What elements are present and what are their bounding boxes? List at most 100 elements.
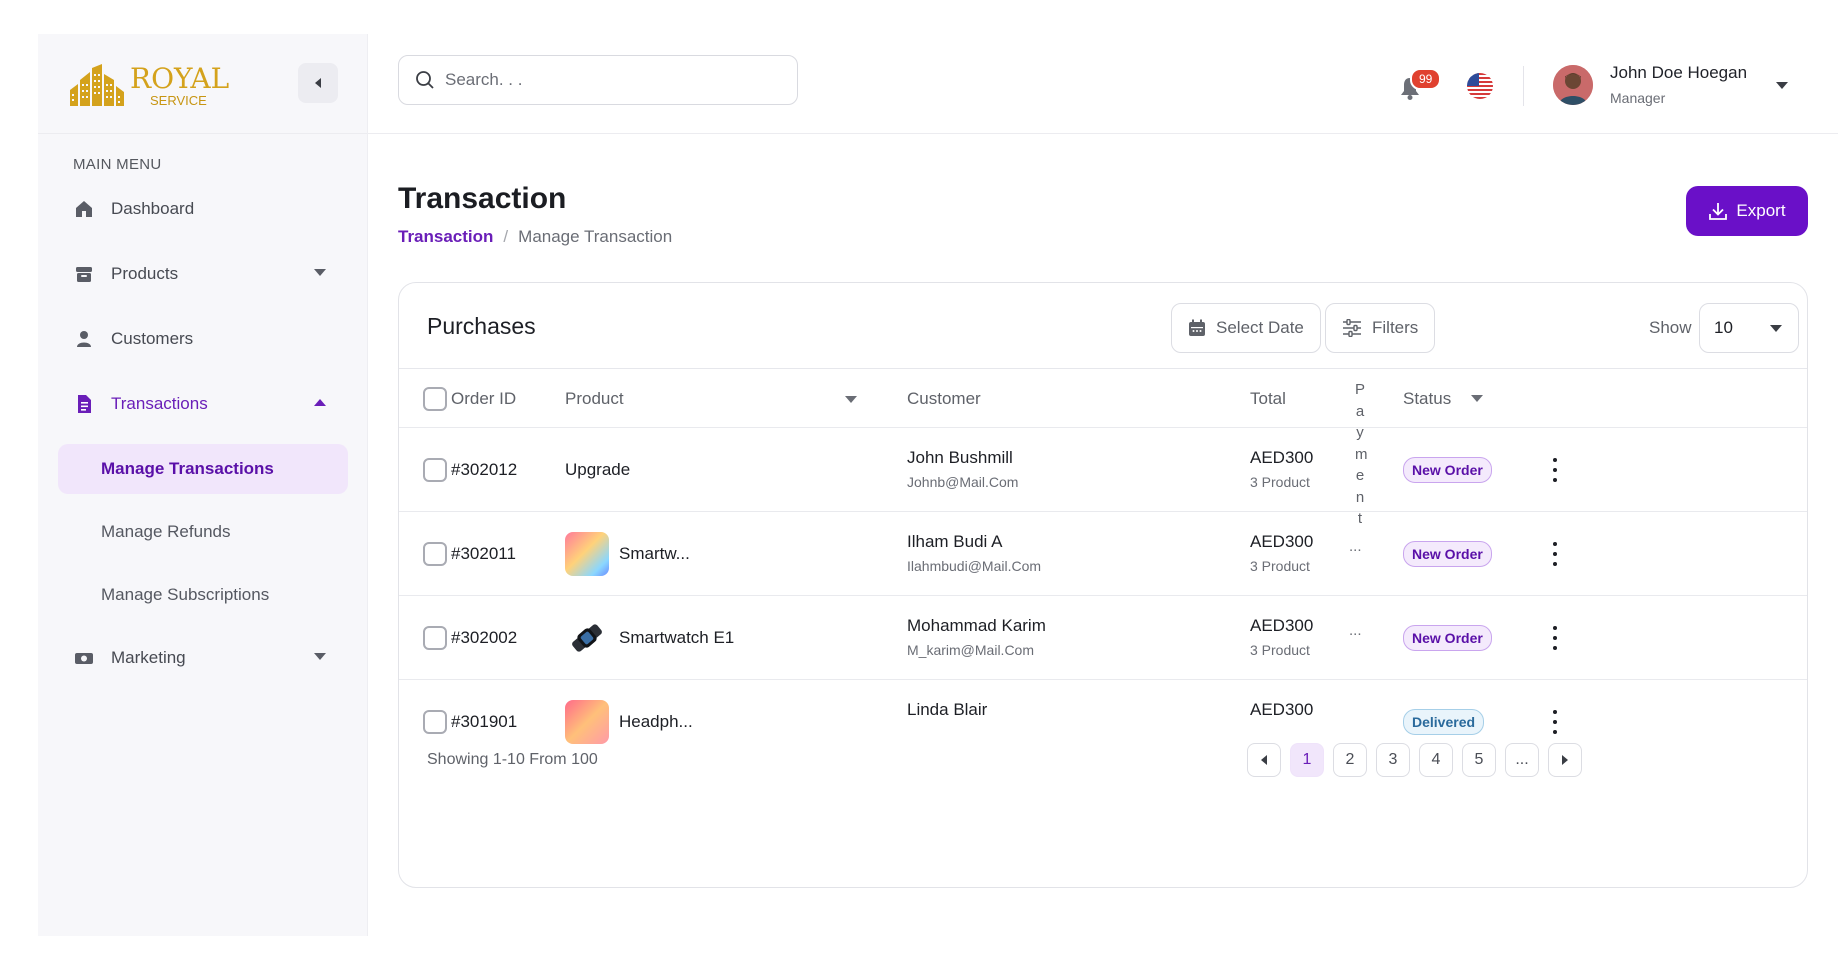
brand-text: ROYAL SERVICE <box>130 65 229 108</box>
col-header-status[interactable]: Status <box>1403 369 1451 429</box>
product-cell[interactable]: Headph... <box>565 700 693 744</box>
row-checkbox-cell <box>423 710 447 734</box>
page-button-4[interactable]: 4 <box>1419 743 1453 777</box>
row-checkbox[interactable] <box>423 626 447 650</box>
sidebar-item-products[interactable]: Products <box>58 249 348 299</box>
product-thumbnail <box>565 616 609 660</box>
us-flag-icon[interactable] <box>1467 73 1493 99</box>
customer-name: Ilham Budi A <box>907 532 1003 551</box>
more-vertical-icon[interactable] <box>1545 623 1565 653</box>
total-amount: AED300 <box>1250 448 1314 467</box>
page-ellipsis-button[interactable]: ... <box>1505 743 1539 777</box>
search-icon <box>416 71 434 89</box>
select-date-button[interactable]: Select Date <box>1171 303 1321 353</box>
order-id[interactable]: #302012 <box>451 460 517 480</box>
page-button-3[interactable]: 3 <box>1376 743 1410 777</box>
select-date-label: Select Date <box>1216 318 1304 337</box>
product-name[interactable]: Upgrade <box>565 460 630 480</box>
search-input[interactable] <box>445 70 775 90</box>
order-id[interactable]: #301901 <box>451 712 517 732</box>
pagination-summary: Showing 1-10 From 100 <box>427 751 598 768</box>
sidebar-item-dashboard[interactable]: Dashboard <box>58 184 348 234</box>
product-cell[interactable]: Smartw... <box>565 532 690 576</box>
row-checkbox-cell <box>423 542 447 566</box>
avatar[interactable] <box>1553 65 1593 105</box>
row-actions <box>1545 707 1565 737</box>
total-cell: AED300 3 Product <box>1250 532 1313 574</box>
filters-button[interactable]: Filters <box>1325 303 1436 353</box>
page-button-1[interactable]: 1 <box>1290 743 1324 777</box>
sort-product-icon[interactable] <box>845 396 857 404</box>
row-checkbox-cell <box>423 458 447 482</box>
pagination: 1 2 3 4 5 ... <box>1247 743 1582 777</box>
col-header-product[interactable]: Product <box>565 369 624 429</box>
status-cell: Delivered <box>1403 709 1485 735</box>
breadcrumb: Transaction / Manage Transaction <box>398 227 672 247</box>
table-row[interactable]: #302012 Upgrade John Bushmill Johnb@Mail… <box>399 427 1807 511</box>
search-box[interactable] <box>398 55 798 105</box>
order-id[interactable]: #302011 <box>451 544 516 564</box>
export-label: Export <box>1736 201 1786 220</box>
next-page-button[interactable] <box>1548 743 1582 777</box>
sidebar-subitem-manage-transactions[interactable]: Manage Transactions <box>58 444 348 494</box>
app-window: ROYAL SERVICE MAIN MENU Dashboard Produc <box>38 34 1838 936</box>
sidebar-item-marketing[interactable]: Marketing <box>58 633 348 683</box>
chevron-down-icon <box>1770 325 1782 332</box>
sidebar-subitem-manage-subscriptions[interactable]: Manage Subscriptions <box>58 570 348 620</box>
select-all-checkbox[interactable] <box>423 387 447 411</box>
brand-line2: SERVICE <box>150 93 207 108</box>
sidebar-item-customers[interactable]: Customers <box>58 314 348 364</box>
customer-cell: Linda Blair <box>907 700 987 720</box>
filters-label: Filters <box>1372 318 1419 337</box>
order-id[interactable]: #302002 <box>451 628 517 648</box>
archive-icon <box>73 263 95 285</box>
page-title: Transaction <box>398 182 567 215</box>
row-checkbox-cell <box>423 626 447 650</box>
breadcrumb-link-transaction[interactable]: Transaction <box>398 227 493 247</box>
user-role: Manager <box>1610 90 1666 106</box>
prev-page-button[interactable] <box>1247 743 1281 777</box>
sidebar-item-transactions[interactable]: Transactions <box>58 379 348 429</box>
logo-area: ROYAL SERVICE <box>38 34 367 134</box>
sidebar-subitem-manage-refunds[interactable]: Manage Refunds <box>58 507 348 557</box>
table-row[interactable]: #302002 Smartwatch E1 Mohammad Karim M_k… <box>399 595 1807 679</box>
export-button[interactable]: Export <box>1686 186 1808 236</box>
more-vertical-icon[interactable] <box>1545 539 1565 569</box>
card-header: Purchases Select Date Filters Show 10 <box>399 283 1807 369</box>
product-cell[interactable]: Smartwatch E1 <box>565 616 734 660</box>
total-cell: AED300 3 Product <box>1250 448 1313 490</box>
customer-cell: John Bushmill Johnb@Mail.Com <box>907 448 1018 490</box>
collapse-sidebar-button[interactable] <box>298 63 338 103</box>
status-cell: New Order <box>1403 457 1492 483</box>
chevron-down-icon[interactable] <box>1776 82 1788 90</box>
main-menu-label: MAIN MENU <box>73 156 162 173</box>
col-header-customer[interactable]: Customer <box>907 369 981 429</box>
row-checkbox[interactable] <box>423 458 447 482</box>
page-button-2[interactable]: 2 <box>1333 743 1367 777</box>
status-cell: New Order <box>1403 625 1492 651</box>
building-logo-icon <box>70 64 124 106</box>
row-checkbox[interactable] <box>423 542 447 566</box>
card-title: Purchases <box>427 313 536 339</box>
col-header-order-id[interactable]: Order ID <box>451 369 516 429</box>
rows-per-page-select[interactable]: 10 <box>1699 303 1799 353</box>
sort-status-icon[interactable] <box>1471 395 1483 403</box>
purchases-table: Order ID Product Customer Total Payment … <box>399 369 1807 809</box>
document-icon <box>73 393 95 415</box>
more-vertical-icon[interactable] <box>1545 707 1565 737</box>
chevron-down-icon <box>314 269 326 276</box>
user-icon <box>73 328 95 350</box>
payment-value: ... <box>1349 622 1362 639</box>
customer-email: Ilahmbudi@Mail.Com <box>907 558 1042 574</box>
table-row[interactable]: #301901 Headph... Linda Blair AED300 Del… <box>399 679 1807 763</box>
table-row[interactable]: #302011 Smartw... Ilham Budi A Ilahmbudi… <box>399 511 1807 595</box>
page-button-5[interactable]: 5 <box>1462 743 1496 777</box>
more-vertical-icon[interactable] <box>1545 455 1565 485</box>
customer-name: Linda Blair <box>907 700 988 719</box>
product-count: 3 Product <box>1250 474 1310 490</box>
product-count: 3 Product <box>1250 558 1310 574</box>
product-thumbnail <box>565 700 609 744</box>
brand-logo[interactable]: ROYAL SERVICE <box>68 64 229 108</box>
row-checkbox[interactable] <box>423 710 447 734</box>
col-header-total[interactable]: Total <box>1250 369 1286 429</box>
